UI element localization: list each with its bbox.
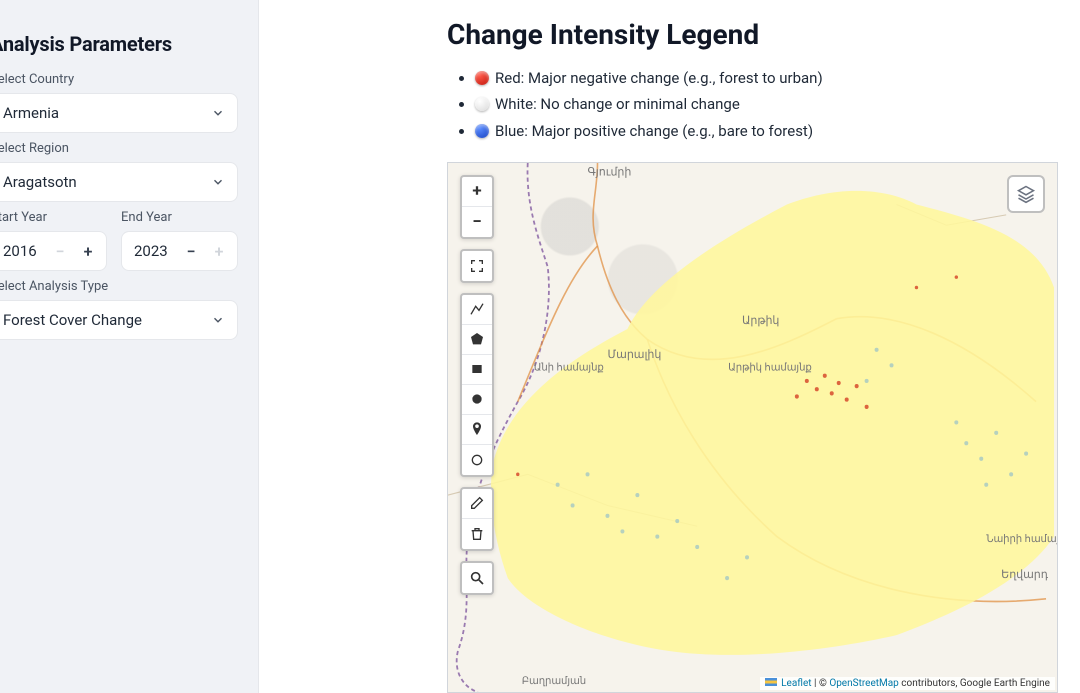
map-attribution: Leaflet | © OpenStreetMap contributors, …	[760, 677, 1055, 690]
start-year-value: 2016	[3, 242, 44, 260]
legend-list: Red: Major negative change (e.g., forest…	[447, 65, 1058, 144]
country-value: Armenia	[3, 104, 211, 122]
start-year-increment[interactable]: +	[76, 239, 100, 263]
analysis-type-select[interactable]: Forest Cover Change	[0, 300, 238, 340]
zoom-control: + −	[460, 175, 494, 239]
fullscreen-icon	[469, 258, 485, 274]
fullscreen-control	[460, 249, 494, 283]
end-year-increment: +	[207, 239, 231, 263]
fullscreen-button[interactable]	[462, 251, 492, 281]
draw-polyline-button[interactable]	[462, 295, 492, 325]
leaflet-link[interactable]: Leaflet	[781, 678, 811, 689]
end-year-value: 2023	[134, 242, 175, 260]
app-root: Analysis Parameters Select Country Armen…	[0, 0, 1080, 693]
region-label: Select Region	[0, 141, 238, 156]
osm-link[interactable]: OpenStreetMap	[829, 678, 899, 689]
edit-layers-button[interactable]	[462, 489, 492, 519]
map-svg: Գյումրի Արթիկ Մարալիկ Անի համայնք Արթիկ …	[448, 163, 1057, 692]
end-year-stepper[interactable]: 2023 − +	[121, 231, 238, 271]
delete-layers-button[interactable]	[462, 519, 492, 549]
end-year-decrement[interactable]: −	[179, 239, 203, 263]
swatch-red-icon	[475, 71, 489, 85]
edit-icon	[469, 495, 485, 511]
svg-text:Նաիրի համայնք: Նաիրի համայնք	[986, 533, 1057, 544]
analysis-type-value: Forest Cover Change	[3, 311, 211, 329]
overlay-region	[491, 191, 1054, 655]
edit-tools	[460, 487, 494, 551]
chevron-down-icon	[211, 313, 225, 327]
legend-title: Change Intensity Legend	[447, 18, 1058, 51]
trash-icon	[469, 526, 485, 542]
svg-text:Անի համայնք: Անի համայնք	[534, 362, 604, 373]
region-value: Aragatsotn	[3, 173, 211, 191]
map[interactable]: Գյումրի Արթիկ Մարալիկ Անի համայնք Արթիկ …	[447, 162, 1058, 693]
start-year-label: Start Year	[0, 210, 107, 225]
chevron-down-icon	[211, 106, 225, 120]
marker-icon	[469, 421, 485, 437]
svg-text:Արթիկ համայնք: Արթիկ համայնք	[728, 362, 812, 373]
swatch-white-icon	[475, 97, 489, 111]
map-controls: + −	[460, 175, 494, 595]
inspector-control	[460, 561, 494, 595]
country-label: Select Country	[0, 72, 238, 87]
swatch-blue-icon	[475, 124, 489, 138]
end-year-label: End Year	[121, 210, 238, 225]
region-select[interactable]: Aragatsotn	[0, 162, 238, 202]
ukraine-flag-icon	[765, 678, 777, 686]
draw-rectangle-button[interactable]	[462, 355, 492, 385]
polygon-icon	[469, 331, 485, 347]
svg-text:Մարալիկ: Մարալիկ	[607, 348, 661, 361]
zoom-in-button[interactable]: +	[462, 177, 492, 207]
sidebar: Analysis Parameters Select Country Armen…	[0, 0, 259, 693]
legend-item-white: White: No change or minimal change	[475, 91, 1058, 117]
chevron-down-icon	[211, 175, 225, 189]
country-select[interactable]: Armenia	[0, 93, 238, 133]
polyline-icon	[469, 301, 485, 317]
draw-circle-button[interactable]	[462, 385, 492, 415]
circlemarker-icon	[469, 452, 485, 468]
svg-text:Եղվարդ: Եղվարդ	[1001, 568, 1048, 581]
inspector-button[interactable]	[462, 563, 492, 593]
svg-text:Բաղրամյան: Բաղրամյան	[522, 676, 586, 687]
sidebar-title: Analysis Parameters	[0, 32, 238, 56]
layers-button[interactable]	[1007, 175, 1045, 213]
zoom-out-button[interactable]: −	[462, 207, 492, 237]
analysis-type-label: Select Analysis Type	[0, 279, 238, 294]
svg-text:Գյումրի: Գյումրի	[588, 165, 632, 178]
main: Change Intensity Legend Red: Major negat…	[259, 0, 1080, 693]
start-year-stepper[interactable]: 2016 − +	[0, 231, 107, 271]
svg-text:Արթիկ: Արթիկ	[742, 313, 779, 326]
year-row: Start Year 2016 − + End Year 2023 − +	[0, 202, 238, 271]
rectangle-icon	[469, 361, 485, 377]
magnifier-icon	[469, 570, 485, 586]
draw-circlemarker-button[interactable]	[462, 445, 492, 475]
draw-tools	[460, 293, 494, 477]
circle-icon	[469, 391, 485, 407]
legend-item-blue: Blue: Major positive change (e.g., bare …	[475, 118, 1058, 144]
legend-item-red: Red: Major negative change (e.g., forest…	[475, 65, 1058, 91]
draw-polygon-button[interactable]	[462, 325, 492, 355]
start-year-decrement: −	[48, 239, 72, 263]
layers-icon	[1016, 184, 1036, 204]
draw-marker-button[interactable]	[462, 415, 492, 445]
